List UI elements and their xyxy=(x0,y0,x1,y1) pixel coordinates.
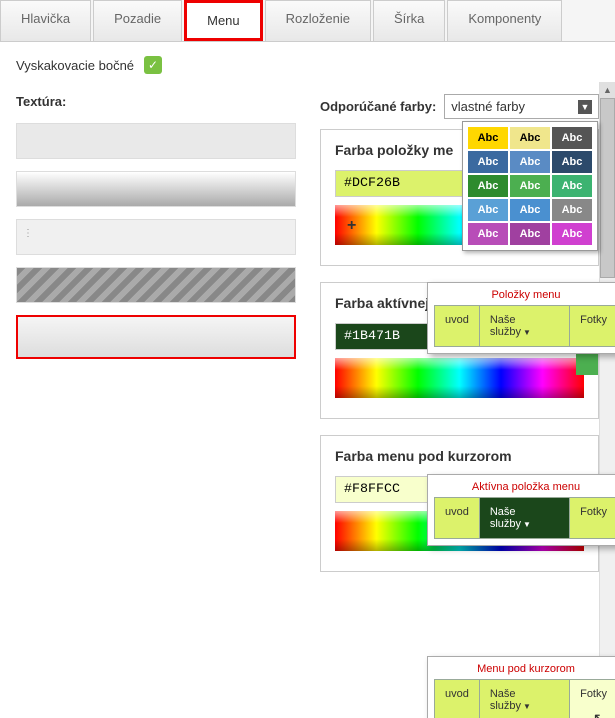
tab-pozadie[interactable]: Pozadie xyxy=(93,0,182,41)
hover-color-title: Farba menu pod kurzorom xyxy=(335,448,584,464)
texture-option-4[interactable] xyxy=(16,267,296,303)
crosshair-icon: + xyxy=(347,217,356,235)
preview-hover-title: Menu pod kurzorom xyxy=(434,663,615,675)
tab-hlavicka[interactable]: Hlavička xyxy=(0,0,91,41)
texture-option-3[interactable] xyxy=(16,219,296,255)
active-color-spectrum[interactable] xyxy=(335,358,584,398)
color-swatch[interactable]: Abc xyxy=(552,151,592,173)
caret-down-icon: ▼ xyxy=(523,702,531,711)
color-swatch[interactable]: Abc xyxy=(468,223,508,245)
color-swatch[interactable]: Abc xyxy=(510,175,550,197)
content-area: Vyskakovacie bočné ✓ Textúra: Odporúčané… xyxy=(0,42,615,718)
color-swatch-panel: AbcAbcAbcAbcAbcAbcAbcAbcAbcAbcAbcAbcAbcA… xyxy=(462,121,598,251)
color-swatch[interactable]: Abc xyxy=(552,127,592,149)
preview-active: Aktívna položka menu uvod Naše služby▼ F… xyxy=(427,474,615,546)
texture-option-selected[interactable] xyxy=(16,315,296,359)
popup-side-label: Vyskakovacie bočné xyxy=(16,58,134,73)
color-swatch[interactable]: Abc xyxy=(468,127,508,149)
caret-down-icon: ▼ xyxy=(523,520,531,529)
color-preset-dropdown[interactable]: vlastné farby ▼ AbcAbcAbcAbcAbcAbcAbcAbc… xyxy=(444,94,599,119)
tab-rozlozenie[interactable]: Rozloženie xyxy=(265,0,371,41)
recommended-colors-label: Odporúčané farby: xyxy=(320,99,436,114)
caret-down-icon: ▼ xyxy=(523,328,531,337)
color-sample-square[interactable] xyxy=(576,351,598,375)
scroll-up-icon[interactable]: ▲ xyxy=(600,82,615,98)
texture-list xyxy=(16,123,296,359)
color-swatch[interactable]: Abc xyxy=(510,127,550,149)
color-swatch[interactable]: Abc xyxy=(468,199,508,221)
color-swatch[interactable]: Abc xyxy=(552,199,592,221)
vertical-scrollbar[interactable]: ▲ ▼ xyxy=(599,82,615,718)
color-swatch[interactable]: Abc xyxy=(510,199,550,221)
texture-label: Textúra: xyxy=(16,94,296,109)
tab-komponenty[interactable]: Komponenty xyxy=(447,0,562,41)
color-swatch[interactable]: Abc xyxy=(468,151,508,173)
tab-bar: Hlavička Pozadie Menu Rozloženie Šírka K… xyxy=(0,0,615,42)
menu-demo-item[interactable]: Naše služby▼ xyxy=(480,306,570,346)
popup-side-checkbox[interactable]: ✓ xyxy=(144,56,162,74)
menu-demo-item[interactable]: Fotky xyxy=(570,498,615,538)
tab-sirka[interactable]: Šírka xyxy=(373,0,445,41)
color-swatch[interactable]: Abc xyxy=(510,223,550,245)
color-swatch[interactable]: Abc xyxy=(552,175,592,197)
color-swatch[interactable]: Abc xyxy=(468,175,508,197)
tab-menu[interactable]: Menu xyxy=(184,0,263,41)
menu-demo-item-active[interactable]: Naše služby▼ xyxy=(480,498,570,538)
dropdown-value: vlastné farby xyxy=(451,99,525,114)
preview-items: Položky menu uvod Naše služby▼ Fotky xyxy=(427,282,615,354)
menu-demo-item[interactable]: Naše služby▼ xyxy=(480,680,570,718)
preview-active-title: Aktívna položka menu xyxy=(434,481,615,493)
menu-demo-item[interactable]: uvod xyxy=(435,680,480,718)
menu-demo-item[interactable]: Fotky xyxy=(570,306,615,346)
cursor-icon: ↖ xyxy=(593,709,606,718)
preview-items-title: Položky menu xyxy=(434,289,615,301)
chevron-down-icon: ▼ xyxy=(578,100,592,114)
color-swatch[interactable]: Abc xyxy=(552,223,592,245)
menu-demo-item[interactable]: uvod xyxy=(435,306,480,346)
color-swatch[interactable]: Abc xyxy=(510,151,550,173)
menu-demo-item[interactable]: uvod xyxy=(435,498,480,538)
texture-option-2[interactable] xyxy=(16,171,296,207)
scroll-thumb[interactable] xyxy=(600,98,615,278)
preview-hover: Menu pod kurzorom uvod Naše služby▼ Fotk… xyxy=(427,656,615,718)
texture-option-1[interactable] xyxy=(16,123,296,159)
